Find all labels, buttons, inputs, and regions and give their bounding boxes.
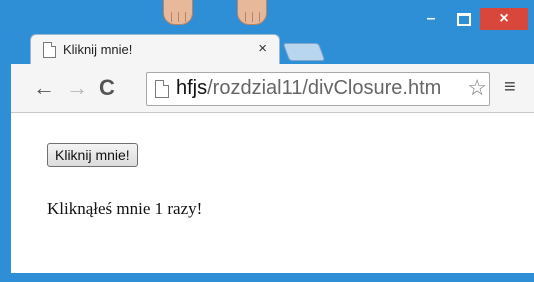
- page-content: Kliknij mnie! Kliknąłeś mnie 1 razy!: [11, 113, 534, 273]
- maximize-icon: [457, 12, 471, 26]
- page-icon: [155, 80, 169, 98]
- window-bottom-border: [0, 273, 534, 282]
- url-text: hfjs/rozdzial11/divClosure.htm: [176, 77, 441, 100]
- url-path: /rozdzial11/divClosure.htm: [207, 77, 442, 99]
- new-tab-button[interactable]: [282, 43, 326, 61]
- menu-icon[interactable]: ≡: [504, 76, 516, 99]
- tab-active[interactable]: Kliknij mnie! ×: [30, 34, 280, 65]
- tab-close-button[interactable]: ×: [258, 40, 267, 57]
- close-window-button[interactable]: ×: [480, 8, 528, 30]
- forward-button[interactable]: →: [66, 75, 88, 101]
- page-icon: [43, 42, 56, 58]
- right-hand-icon: [237, 0, 267, 25]
- maximize-button[interactable]: [448, 8, 480, 30]
- left-hand-icon: [163, 0, 193, 25]
- url-host: hfjs: [176, 77, 208, 99]
- reload-button[interactable]: C: [99, 75, 115, 101]
- browser-window: – × Kliknij mnie! × ← → C hfjs/rozdzial1…: [0, 0, 534, 282]
- back-button[interactable]: ←: [33, 75, 55, 101]
- click-me-button[interactable]: Kliknij mnie!: [47, 143, 138, 167]
- minimize-button[interactable]: –: [415, 8, 447, 30]
- browser-toolbar: ← → C hfjs/rozdzial11/divClosure.htm ☆ ≡: [11, 64, 534, 113]
- click-count-message: Kliknąłeś mnie 1 razy!: [47, 199, 203, 218]
- address-bar[interactable]: hfjs/rozdzial11/divClosure.htm ☆: [146, 72, 490, 106]
- decorative-hands: [145, 0, 295, 30]
- tab-title: Kliknij mnie!: [63, 42, 133, 57]
- bookmark-star-icon[interactable]: ☆: [465, 75, 487, 101]
